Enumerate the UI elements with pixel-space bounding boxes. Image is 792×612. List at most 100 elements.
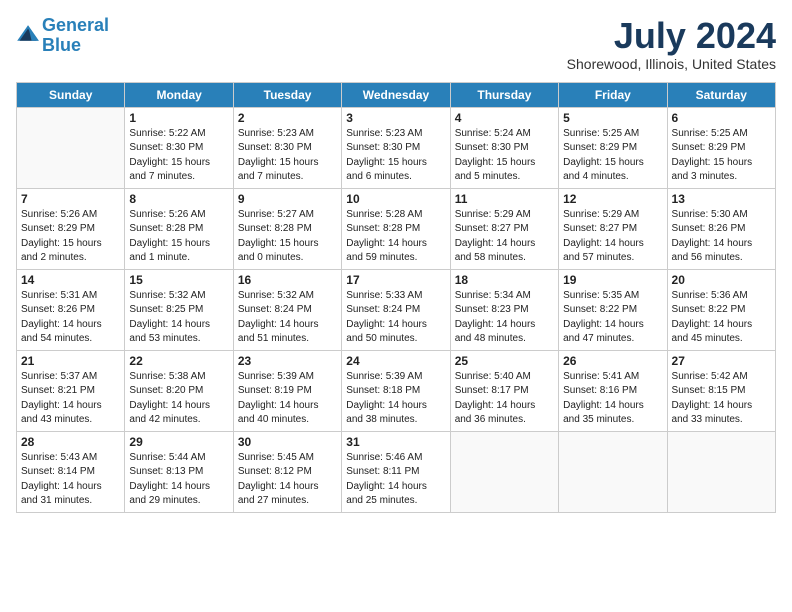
day-info: Sunrise: 5:25 AM Sunset: 8:29 PM Dayligh… (672, 127, 771, 185)
location: Shorewood, Illinois, United States (567, 56, 776, 72)
day-info: Sunrise: 5:37 AM Sunset: 8:21 PM Dayligh… (21, 370, 120, 428)
calendar-cell: 4Sunrise: 5:24 AM Sunset: 8:30 PM Daylig… (450, 107, 558, 188)
calendar-cell: 26 Sunrise: 5:41 AM Sunset: 8:16 PM Dayli… (559, 350, 667, 431)
day-number: 16 (238, 273, 337, 287)
calendar-cell (559, 431, 667, 512)
calendar-body: 1 Sunrise: 5:22 AM Sunset: 8:30 PM Daylig… (17, 107, 776, 512)
day-info: Sunrise: 5:42 AM Sunset: 8:15 PM Dayligh… (672, 370, 771, 428)
day-info: Sunrise: 5:26 AM Sunset: 8:29 PM Dayligh… (21, 208, 120, 266)
day-number: 7 (21, 192, 120, 206)
day-number: 5 (563, 111, 662, 125)
calendar-cell: 16 Sunrise: 5:32 AM Sunset: 8:24 PM Dayli… (233, 269, 341, 350)
calendar-week-5: 28 Sunrise: 5:43 AM Sunset: 8:14 PM Dayli… (17, 431, 776, 512)
calendar-cell: 23Sunrise: 5:39 AM Sunset: 8:19 PM Dayli… (233, 350, 341, 431)
day-info: Sunrise: 5:45 AM Sunset: 8:12 PM Dayligh… (238, 451, 337, 509)
day-info: Sunrise: 5:43 AM Sunset: 8:14 PM Dayligh… (21, 451, 120, 509)
calendar-week-4: 21 Sunrise: 5:37 AM Sunset: 8:21 PM Dayli… (17, 350, 776, 431)
day-number: 1 (129, 111, 228, 125)
day-number: 15 (129, 273, 228, 287)
logo-icon (16, 21, 40, 45)
day-info: Sunrise: 5:41 AM Sunset: 8:16 PM Dayligh… (563, 370, 662, 428)
weekday-header-friday: Friday (559, 82, 667, 107)
day-number: 2 (238, 111, 337, 125)
day-number: 18 (455, 273, 554, 287)
calendar-week-2: 7 Sunrise: 5:26 AM Sunset: 8:29 PM Daylig… (17, 188, 776, 269)
calendar-cell: 13 Sunrise: 5:30 AM Sunset: 8:26 PM Dayli… (667, 188, 775, 269)
day-info: Sunrise: 5:32 AM Sunset: 8:25 PM Dayligh… (129, 289, 228, 347)
day-number: 21 (21, 354, 120, 368)
calendar-cell: 21 Sunrise: 5:37 AM Sunset: 8:21 PM Dayli… (17, 350, 125, 431)
day-info: Sunrise: 5:36 AM Sunset: 8:22 PM Dayligh… (672, 289, 771, 347)
day-number: 3 (346, 111, 445, 125)
day-number: 10 (346, 192, 445, 206)
day-number: 13 (672, 192, 771, 206)
day-number: 20 (672, 273, 771, 287)
day-info: Sunrise: 5:26 AM Sunset: 8:28 PM Dayligh… (129, 208, 228, 266)
day-info: Sunrise: 5:34 AM Sunset: 8:23 PM Dayligh… (455, 289, 554, 347)
day-info: Sunrise: 5:38 AM Sunset: 8:20 PM Dayligh… (129, 370, 228, 428)
day-number: 9 (238, 192, 337, 206)
calendar-cell: 3 Sunrise: 5:23 AM Sunset: 8:30 PM Daylig… (342, 107, 450, 188)
calendar-cell: 20 Sunrise: 5:36 AM Sunset: 8:22 PM Dayli… (667, 269, 775, 350)
weekday-header-tuesday: Tuesday (233, 82, 341, 107)
day-info: Sunrise: 5:32 AM Sunset: 8:24 PM Dayligh… (238, 289, 337, 347)
day-number: 26 (563, 354, 662, 368)
day-number: 14 (21, 273, 120, 287)
calendar-cell: 14 Sunrise: 5:31 AM Sunset: 8:26 PM Dayli… (17, 269, 125, 350)
day-info: Sunrise: 5:22 AM Sunset: 8:30 PM Dayligh… (129, 127, 228, 185)
calendar-cell: 9Sunrise: 5:27 AM Sunset: 8:28 PM Daylig… (233, 188, 341, 269)
calendar-cell: 11 Sunrise: 5:29 AM Sunset: 8:27 PM Dayli… (450, 188, 558, 269)
day-number: 12 (563, 192, 662, 206)
day-info: Sunrise: 5:31 AM Sunset: 8:26 PM Dayligh… (21, 289, 120, 347)
logo: General Blue (16, 16, 109, 56)
month-year: July 2024 (567, 16, 776, 56)
day-number: 22 (129, 354, 228, 368)
weekday-header-row: SundayMondayTuesdayWednesdayThursdayFrid… (17, 82, 776, 107)
day-number: 25 (455, 354, 554, 368)
weekday-header-thursday: Thursday (450, 82, 558, 107)
calendar-cell: 29Sunrise: 5:44 AM Sunset: 8:13 PM Dayli… (125, 431, 233, 512)
calendar-cell: 12 Sunrise: 5:29 AM Sunset: 8:27 PM Dayli… (559, 188, 667, 269)
day-info: Sunrise: 5:29 AM Sunset: 8:27 PM Dayligh… (455, 208, 554, 266)
day-number: 11 (455, 192, 554, 206)
day-number: 4 (455, 111, 554, 125)
logo-text: General Blue (42, 16, 109, 56)
day-number: 27 (672, 354, 771, 368)
day-number: 30 (238, 435, 337, 449)
calendar-week-3: 14 Sunrise: 5:31 AM Sunset: 8:26 PM Dayli… (17, 269, 776, 350)
weekday-header-saturday: Saturday (667, 82, 775, 107)
title-block: July 2024 Shorewood, Illinois, United St… (567, 16, 776, 72)
day-number: 19 (563, 273, 662, 287)
day-info: Sunrise: 5:30 AM Sunset: 8:26 PM Dayligh… (672, 208, 771, 266)
calendar-cell: 7 Sunrise: 5:26 AM Sunset: 8:29 PM Daylig… (17, 188, 125, 269)
calendar-cell: 30 Sunrise: 5:45 AM Sunset: 8:12 PM Dayli… (233, 431, 341, 512)
calendar-cell: 24Sunrise: 5:39 AM Sunset: 8:18 PM Dayli… (342, 350, 450, 431)
day-info: Sunrise: 5:25 AM Sunset: 8:29 PM Dayligh… (563, 127, 662, 185)
day-info: Sunrise: 5:23 AM Sunset: 8:30 PM Dayligh… (346, 127, 445, 185)
calendar-cell: 8Sunrise: 5:26 AM Sunset: 8:28 PM Daylig… (125, 188, 233, 269)
calendar-cell: 25 Sunrise: 5:40 AM Sunset: 8:17 PM Dayli… (450, 350, 558, 431)
day-info: Sunrise: 5:33 AM Sunset: 8:24 PM Dayligh… (346, 289, 445, 347)
calendar-cell: 28 Sunrise: 5:43 AM Sunset: 8:14 PM Dayli… (17, 431, 125, 512)
day-number: 31 (346, 435, 445, 449)
day-info: Sunrise: 5:29 AM Sunset: 8:27 PM Dayligh… (563, 208, 662, 266)
day-number: 23 (238, 354, 337, 368)
calendar-cell: 18 Sunrise: 5:34 AM Sunset: 8:23 PM Dayli… (450, 269, 558, 350)
day-number: 17 (346, 273, 445, 287)
calendar-week-1: 1 Sunrise: 5:22 AM Sunset: 8:30 PM Daylig… (17, 107, 776, 188)
calendar-cell (450, 431, 558, 512)
day-info: Sunrise: 5:23 AM Sunset: 8:30 PM Dayligh… (238, 127, 337, 185)
day-info: Sunrise: 5:28 AM Sunset: 8:28 PM Dayligh… (346, 208, 445, 266)
page-header: General Blue July 2024 Shorewood, Illino… (16, 16, 776, 72)
calendar-cell: 6Sunrise: 5:25 AM Sunset: 8:29 PM Daylig… (667, 107, 775, 188)
day-info: Sunrise: 5:44 AM Sunset: 8:13 PM Dayligh… (129, 451, 228, 509)
day-info: Sunrise: 5:46 AM Sunset: 8:11 PM Dayligh… (346, 451, 445, 509)
calendar-cell: 27 Sunrise: 5:42 AM Sunset: 8:15 PM Dayli… (667, 350, 775, 431)
day-number: 28 (21, 435, 120, 449)
day-info: Sunrise: 5:35 AM Sunset: 8:22 PM Dayligh… (563, 289, 662, 347)
day-info: Sunrise: 5:40 AM Sunset: 8:17 PM Dayligh… (455, 370, 554, 428)
calendar-cell: 17 Sunrise: 5:33 AM Sunset: 8:24 PM Dayli… (342, 269, 450, 350)
weekday-header-wednesday: Wednesday (342, 82, 450, 107)
calendar-cell: 31 Sunrise: 5:46 AM Sunset: 8:11 PM Dayli… (342, 431, 450, 512)
calendar-table: SundayMondayTuesdayWednesdayThursdayFrid… (16, 82, 776, 513)
